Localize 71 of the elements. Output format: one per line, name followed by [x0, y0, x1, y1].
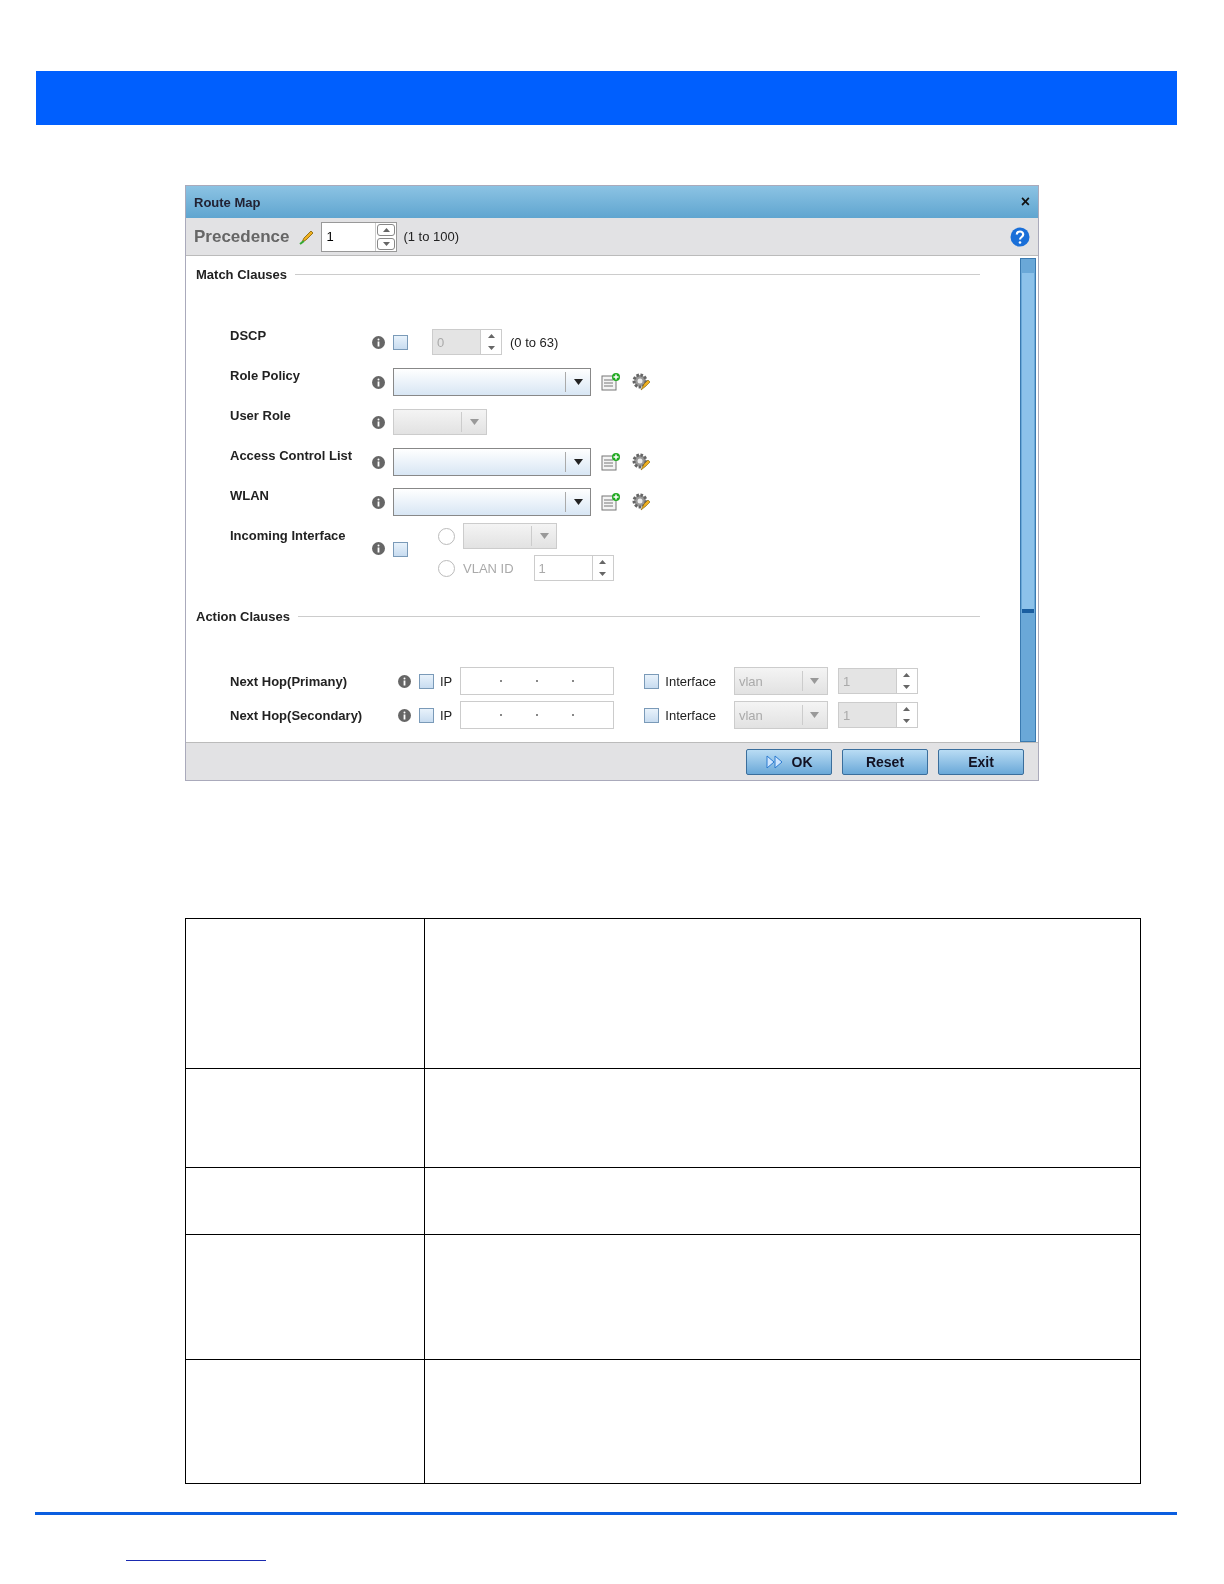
- checkbox[interactable]: [393, 334, 408, 350]
- precedence-label: Precedence: [194, 226, 290, 247]
- forward-icon: [765, 754, 784, 769]
- up-caret-icon[interactable]: [382, 227, 390, 232]
- field-label: DSCP: [230, 328, 268, 343]
- settings-icon[interactable]: [631, 492, 651, 512]
- interface-dropdown[interactable]: vlan: [733, 667, 828, 695]
- info-icon[interactable]: [372, 542, 385, 555]
- precedence-range: (1 to 100): [403, 229, 460, 244]
- info-icon[interactable]: [372, 375, 385, 389]
- down-caret-icon[interactable]: [487, 346, 495, 350]
- checkbox[interactable]: [419, 707, 434, 723]
- exit-button[interactable]: Exit: [938, 748, 1024, 775]
- checkbox[interactable]: [644, 673, 660, 689]
- up-caret-icon[interactable]: [487, 334, 495, 338]
- add-list-icon[interactable]: [601, 493, 621, 511]
- field-label: WLAN: [230, 488, 270, 503]
- reset-button[interactable]: Reset: [842, 748, 928, 775]
- interface-label: Interface: [665, 673, 716, 689]
- up-caret-icon[interactable]: [599, 560, 607, 564]
- down-caret-icon[interactable]: [599, 572, 607, 576]
- close-button[interactable]: ×: [1020, 193, 1030, 211]
- dscp-range: (0 to 63): [510, 334, 559, 350]
- vlan-id-spinner[interactable]: 1: [533, 555, 614, 581]
- section-title: Action Clauses: [196, 608, 290, 624]
- info-icon[interactable]: [398, 708, 411, 722]
- up-caret-icon[interactable]: [903, 673, 911, 677]
- scrollbar[interactable]: [1020, 258, 1036, 742]
- down-caret-icon[interactable]: [903, 685, 911, 689]
- ip-label: IP: [440, 673, 453, 689]
- down-caret-icon[interactable]: [903, 719, 911, 723]
- checkbox[interactable]: [393, 542, 408, 557]
- field-label: Access Control List: [230, 448, 354, 463]
- add-list-icon[interactable]: [601, 453, 621, 471]
- field-label: Incoming Interface: [230, 528, 347, 543]
- info-icon[interactable]: [372, 455, 385, 469]
- precedence-spinner[interactable]: 1: [321, 221, 398, 252]
- interface-spinner[interactable]: 1: [837, 702, 918, 728]
- vlan-id-label: VLAN ID: [463, 560, 514, 576]
- radio-button[interactable]: [438, 527, 455, 545]
- settings-icon[interactable]: [631, 452, 651, 472]
- pencil-icon: [299, 228, 316, 245]
- section-title: Match Clauses: [196, 266, 288, 282]
- help-icon[interactable]: [1010, 226, 1030, 247]
- up-caret-icon[interactable]: [903, 707, 911, 711]
- caret-down-icon[interactable]: [573, 459, 583, 465]
- settings-icon[interactable]: [631, 372, 651, 392]
- field-label: Next Hop(Primany): [230, 674, 349, 689]
- interface-spinner[interactable]: 1: [837, 668, 918, 694]
- radio-button[interactable]: [438, 559, 455, 577]
- checkbox[interactable]: [419, 673, 434, 689]
- info-icon[interactable]: [372, 335, 385, 349]
- checkbox[interactable]: [644, 707, 660, 723]
- down-caret-icon[interactable]: [382, 241, 390, 246]
- info-icon[interactable]: [372, 495, 385, 509]
- field-label: Next Hop(Secondary): [230, 708, 364, 723]
- ip-label: IP: [440, 707, 453, 723]
- caret-down-icon[interactable]: [573, 499, 583, 505]
- ip-address-field[interactable]: [460, 667, 615, 695]
- dialog-title: Route Map: [194, 194, 261, 210]
- field-label: Role Policy: [230, 368, 302, 383]
- interface-label: Interface: [665, 707, 716, 723]
- info-icon[interactable]: [372, 415, 385, 429]
- interface-dropdown[interactable]: vlan: [733, 701, 828, 729]
- add-list-icon[interactable]: [601, 373, 621, 391]
- dscp-spinner[interactable]: 0: [432, 329, 502, 355]
- field-label: User Role: [230, 408, 292, 423]
- ip-address-field[interactable]: [460, 701, 615, 729]
- info-icon[interactable]: [398, 674, 411, 688]
- ok-button[interactable]: OK: [746, 748, 832, 775]
- caret-down-icon[interactable]: [573, 379, 583, 385]
